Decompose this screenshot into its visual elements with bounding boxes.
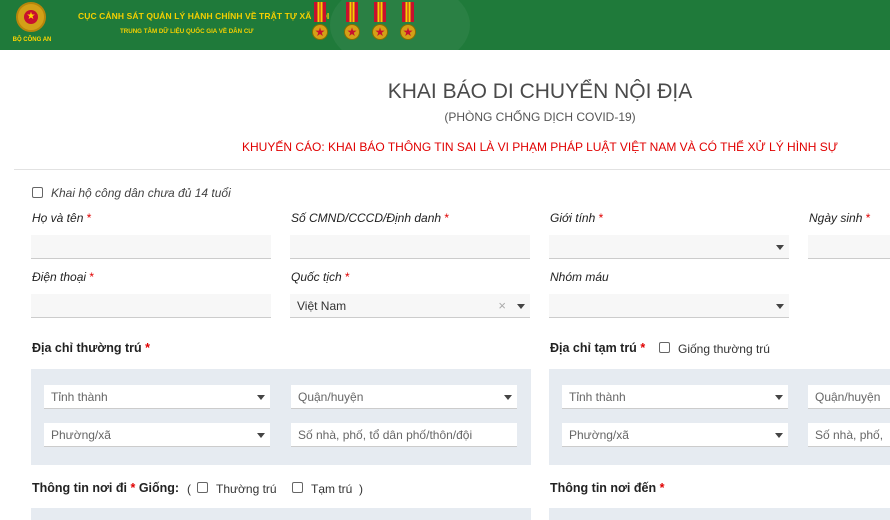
permanent-district-select[interactable]: Quận/huyện (291, 385, 517, 409)
departure-panel (31, 508, 531, 520)
nationality-select[interactable]: Việt Nam × (290, 294, 530, 318)
destination-info-label: Thông tin nơi đến * (550, 481, 665, 495)
same-permanent-label: Thường trú (216, 482, 277, 496)
chevron-down-icon (257, 433, 265, 438)
same-as-permanent-label: Giống thường trú (678, 342, 770, 356)
same-temp-label: Tạm trú (311, 482, 353, 496)
nationality-value: Việt Nam (297, 299, 347, 313)
medal-icon: ★ (398, 2, 418, 46)
temp-street-input[interactable]: Số nhà, phố, (808, 423, 890, 447)
medal-icon: ★ (310, 2, 330, 46)
page-subtitle: (PHÒNG CHỐNG DỊCH COVID-19) (444, 110, 636, 124)
chevron-down-icon (775, 433, 783, 438)
chevron-down-icon (775, 395, 783, 400)
blood-type-label: Nhóm máu (550, 270, 609, 284)
chevron-down-icon (257, 395, 265, 400)
medal-icon: ★ (342, 2, 362, 46)
divider (14, 169, 890, 170)
permanent-address-label: Địa chỉ thường trú * (32, 341, 150, 355)
site-header: ★ BỘ CÔNG AN CỤC CẢNH SÁT QUẢN LÝ HÀNH C… (0, 0, 890, 50)
close-paren: ) (359, 482, 363, 496)
chevron-down-icon (776, 245, 784, 250)
dob-input[interactable] (808, 235, 890, 259)
temp-address-label: Địa chỉ tạm trú * (550, 341, 646, 355)
departure-info-label: Thông tin nơi đi * Giống: (32, 481, 180, 495)
dob-label: Ngày sinh * (809, 211, 871, 225)
chevron-down-icon (517, 304, 525, 309)
fullname-label: Họ và tên * (32, 211, 92, 225)
permanent-province-select[interactable]: Tỉnh thành (44, 385, 270, 409)
same-permanent-checkbox[interactable] (197, 482, 208, 493)
fullname-input[interactable] (31, 235, 271, 259)
medal-icon: ★ (370, 2, 390, 46)
legal-warning: KHUYẾN CÁO: KHAI BÁO THÔNG TIN SAI LÀ VI… (242, 140, 838, 154)
phone-input[interactable] (31, 294, 271, 318)
gender-select[interactable] (549, 235, 789, 259)
clear-icon[interactable]: × (498, 298, 506, 313)
nationality-label: Quốc tịch * (291, 270, 350, 284)
page-title: KHAI BÁO DI CHUYỂN NỘI ĐỊA (387, 80, 693, 103)
blood-type-select[interactable] (549, 294, 789, 318)
temp-district-select[interactable]: Quận/huyện (808, 385, 890, 409)
open-paren: ( (187, 482, 191, 496)
chevron-down-icon (504, 395, 512, 400)
under14-checkbox[interactable] (32, 187, 43, 198)
same-temp-checkbox[interactable] (292, 482, 303, 493)
permanent-ward-select[interactable]: Phường/xã (44, 423, 270, 447)
id-number-input[interactable] (290, 235, 530, 259)
temp-ward-select[interactable]: Phường/xã (562, 423, 788, 447)
header-title: CỤC CẢNH SÁT QUẢN LÝ HÀNH CHÍNH VỀ TRẬT … (78, 11, 330, 21)
emblem-label: BỘ CÔNG AN (12, 37, 52, 43)
police-emblem-icon: ★ BỘ CÔNG AN (10, 2, 51, 48)
permanent-street-input[interactable]: Số nhà, phố, tổ dân phố/thôn/đội (291, 423, 517, 447)
destination-panel (549, 508, 890, 520)
same-as-permanent-checkbox[interactable] (659, 342, 670, 353)
under14-label: Khai hộ công dân chưa đủ 14 tuổi (51, 186, 231, 200)
header-subtitle: TRUNG TÂM DỮ LIỆU QUỐC GIA VỀ DÂN CƯ (120, 28, 254, 35)
gender-label: Giới tính * (550, 211, 604, 225)
temp-address-panel: Tỉnh thành Quận/huyện Phường/xã Số nhà, … (549, 369, 890, 465)
id-number-label: Số CMND/CCCD/Định danh * (291, 211, 450, 225)
permanent-address-panel: Tỉnh thành Quận/huyện Phường/xã Số nhà, … (31, 369, 531, 465)
chevron-down-icon (776, 304, 784, 309)
temp-province-select[interactable]: Tỉnh thành (562, 385, 788, 409)
phone-label: Điện thoại * (32, 270, 95, 284)
